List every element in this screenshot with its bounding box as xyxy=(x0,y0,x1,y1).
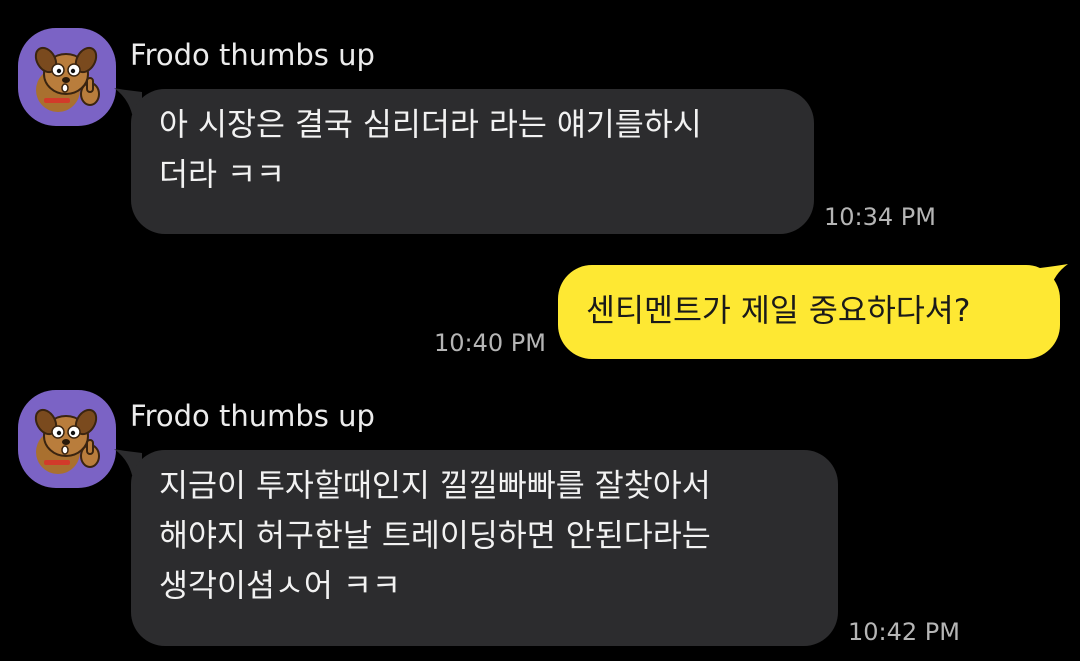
message-bubble[interactable]: 아 시장은 결국 심리더라 라는 얘기를하시 더라 ㅋㅋ xyxy=(131,89,814,234)
message-text-line: 더라 ㅋㅋ xyxy=(159,157,285,193)
message-text-line: 해야지 허구한날 트레이딩하면 안된다라는 xyxy=(159,518,711,554)
message-timestamp: 10:34 PM xyxy=(824,203,936,231)
message-text-line: 센티멘트가 제일 중요하다셔? xyxy=(586,293,971,329)
message-timestamp: 10:42 PM xyxy=(848,618,960,646)
message-timestamp: 10:40 PM xyxy=(434,329,546,357)
message-text-line: 아 시장은 결국 심리더라 라는 얘기를하시 xyxy=(159,107,702,143)
sender-name[interactable]: Frodo thumbs up xyxy=(130,398,375,434)
sender-name[interactable]: Frodo thumbs up xyxy=(130,37,375,73)
frodo-dog-thumbs-up-icon xyxy=(34,408,100,474)
sender-avatar[interactable] xyxy=(18,28,116,126)
message-bubble[interactable]: 지금이 투자할때인지 낄낄빠빠를 잘찾아서 해야지 허구한날 트레이딩하면 안된… xyxy=(131,450,838,646)
frodo-dog-thumbs-up-icon xyxy=(34,46,100,112)
sender-avatar[interactable] xyxy=(18,390,116,488)
message-text-line: 지금이 투자할때인지 낄낄빠빠를 잘찾아서 xyxy=(159,468,711,504)
message-bubble[interactable]: 센티멘트가 제일 중요하다셔? xyxy=(558,265,1060,359)
message-text-line: 생각이셤ㅅ어 ㅋㅋ xyxy=(159,568,401,604)
bubble-tail xyxy=(1040,264,1068,290)
